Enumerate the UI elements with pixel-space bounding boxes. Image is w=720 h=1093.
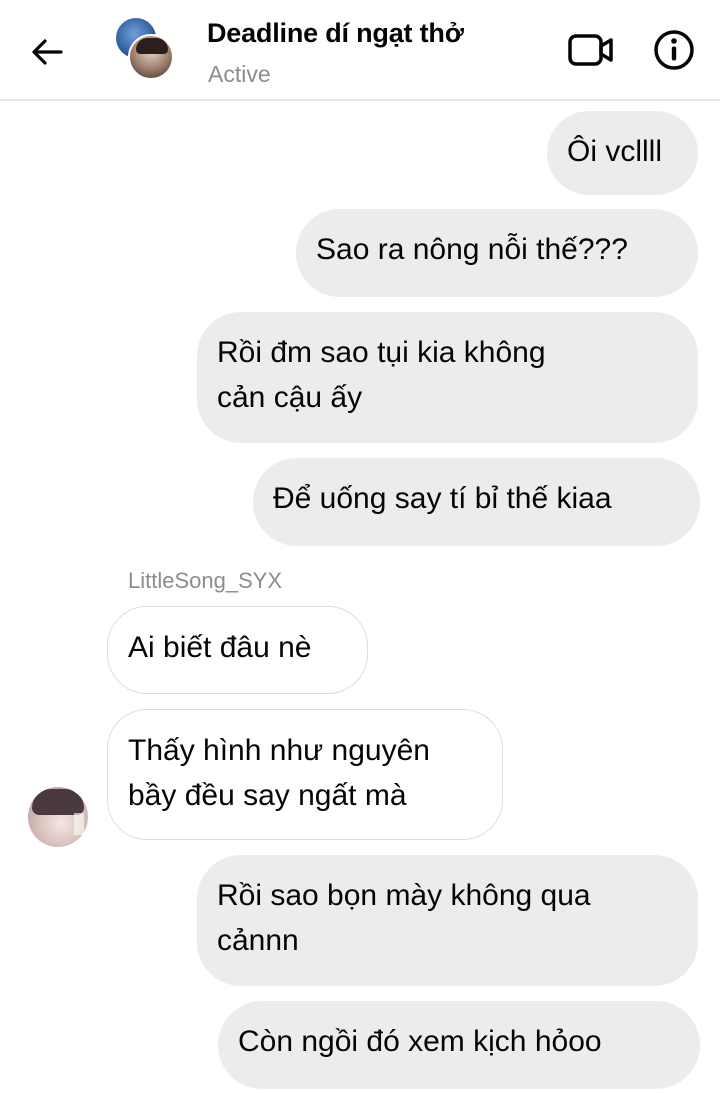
arrow-left-icon bbox=[32, 39, 63, 65]
conversation-title[interactable]: Deadline dí ngạt thở bbox=[207, 18, 464, 49]
sender-name: LittleSong_SYX bbox=[128, 568, 283, 593]
info-icon bbox=[654, 30, 694, 70]
message-bubble-outgoing[interactable]: Rồi sao bọn mày không qua cảnnn bbox=[197, 855, 698, 986]
video-call-button[interactable] bbox=[566, 30, 616, 70]
message-bubble-incoming[interactable]: Thấy hình như nguyên bầy đều say ngất mà bbox=[107, 709, 503, 840]
message-text-line-2: cảnnn bbox=[217, 924, 299, 957]
message-bubble-outgoing[interactable]: Còn ngồi đó xem kịch hỏoo bbox=[218, 1001, 700, 1089]
video-camera-icon bbox=[568, 34, 613, 66]
message-bubble-outgoing[interactable]: Ôi vcllll bbox=[547, 111, 698, 195]
message-bubble-outgoing[interactable]: Để uống say tí bỉ thế kiaa bbox=[253, 458, 700, 546]
message-text-line-2: cản cậu ấy bbox=[217, 381, 363, 414]
message-text: Còn ngồi đó xem kịch hỏoo bbox=[238, 1025, 602, 1058]
message-text: Ôi vcllll bbox=[567, 135, 662, 168]
info-button[interactable] bbox=[652, 28, 696, 72]
message-text: Để uống say tí bỉ thế kiaa bbox=[273, 482, 612, 515]
message-text-line-1: Rồi đm sao tụi kia không bbox=[217, 336, 546, 369]
message-bubble-outgoing[interactable]: Rồi đm sao tụi kia không cản cậu ấy bbox=[197, 312, 698, 443]
message-text: Ai biết đâu nè bbox=[128, 631, 312, 664]
message-text: Sao ra nông nỗi thế??? bbox=[316, 233, 628, 266]
message-bubble-outgoing[interactable]: Sao ra nông nỗi thế??? bbox=[296, 209, 698, 297]
active-status: Active bbox=[208, 61, 271, 87]
message-text-line-1: Thấy hình như nguyên bbox=[128, 734, 430, 767]
back-button[interactable] bbox=[22, 27, 72, 77]
avatar-image-front bbox=[128, 34, 174, 80]
message-bubble-incoming[interactable]: Ai biết đâu nè bbox=[107, 606, 368, 694]
chat-header: Deadline dí ngạt thở Active bbox=[0, 0, 720, 101]
message-text-line-2: bầy đều say ngất mà bbox=[128, 779, 407, 812]
group-avatar[interactable] bbox=[116, 18, 176, 80]
message-text-line-1: Rồi sao bọn mày không qua bbox=[217, 879, 591, 912]
sender-avatar[interactable] bbox=[28, 787, 88, 847]
